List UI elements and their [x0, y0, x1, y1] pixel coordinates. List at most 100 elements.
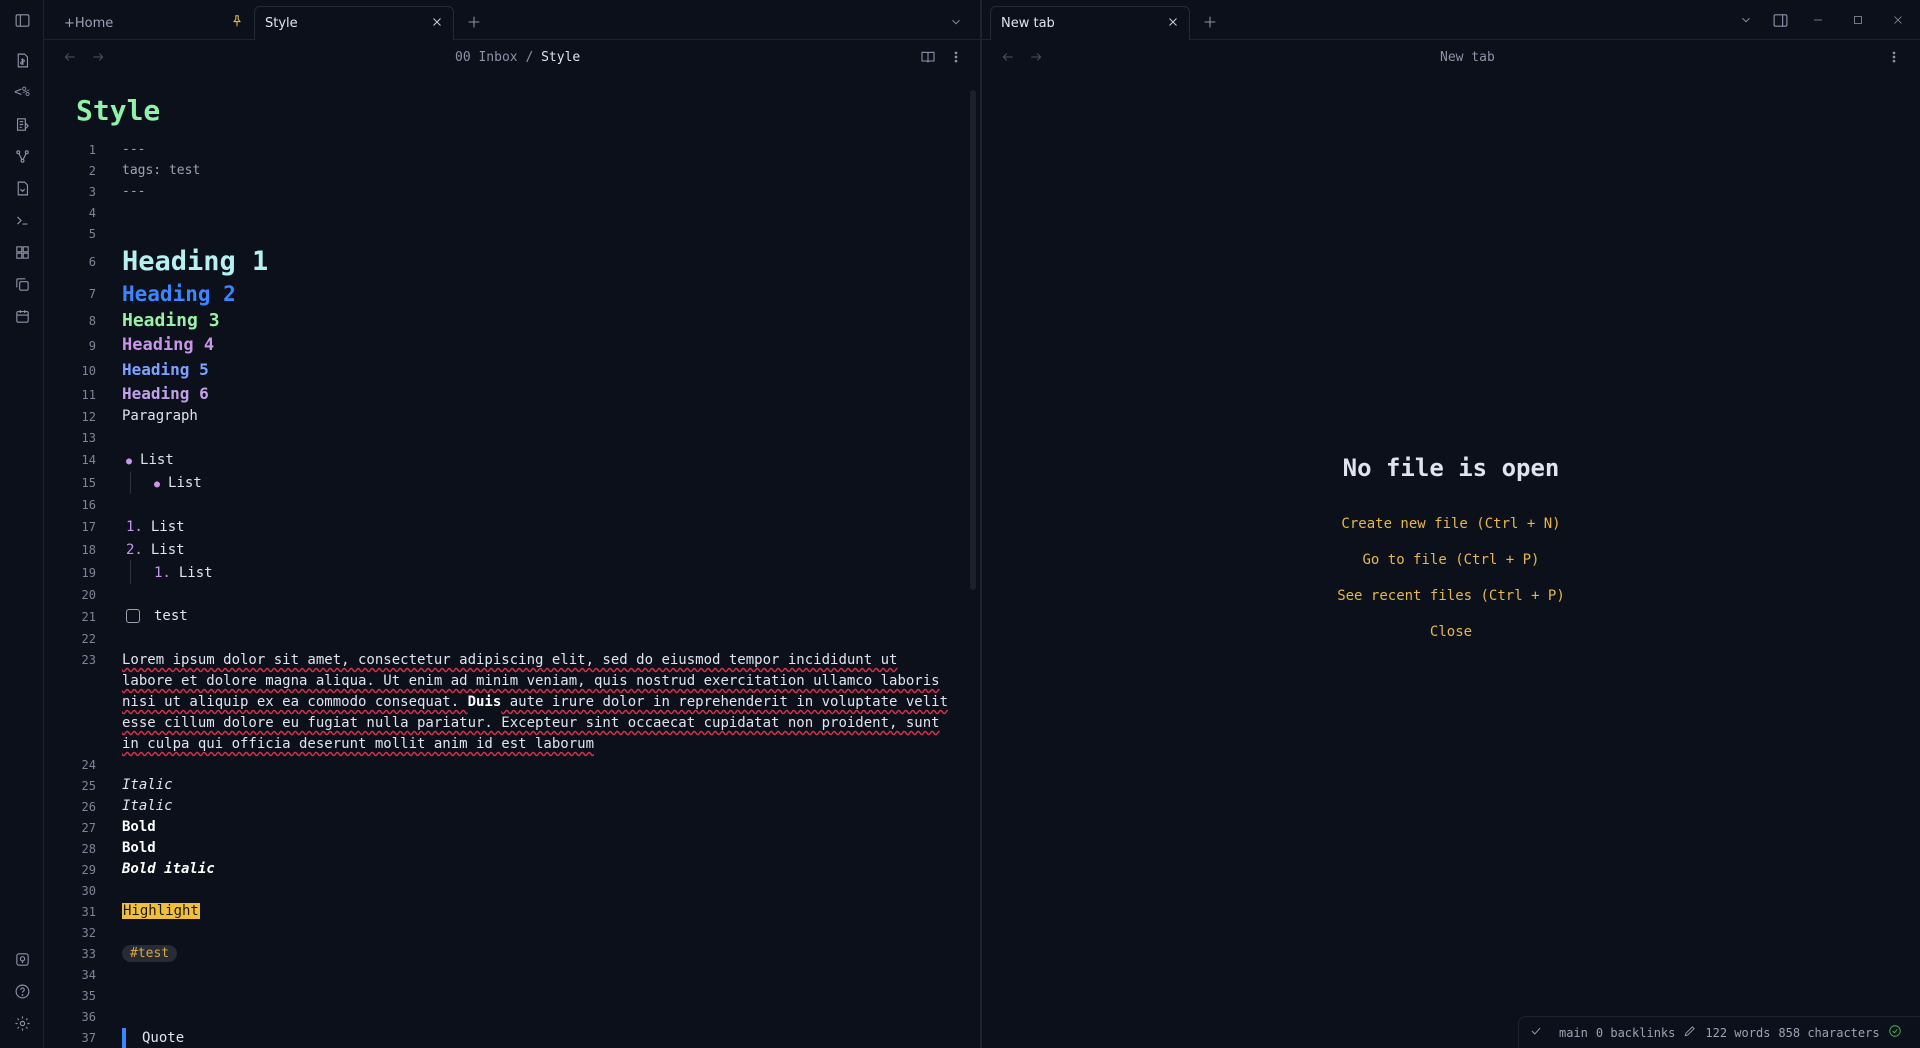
git-check-icon[interactable] [1529, 1024, 1543, 1041]
list-number: 2. [126, 542, 143, 558]
line-number: 15 [81, 476, 96, 490]
tab-home[interactable]: +Home [54, 6, 254, 40]
bold-italic-text[interactable]: Bold italic [122, 861, 215, 877]
line-number: 8 [88, 314, 96, 328]
breadcrumb-separator: / [525, 50, 534, 65]
sync-status-icon[interactable] [1888, 1024, 1902, 1041]
frontmatter-tags[interactable]: tags: test [122, 163, 200, 178]
line-number: 14 [81, 453, 96, 467]
line-number: 23 [81, 653, 96, 667]
line-number: 11 [81, 388, 96, 402]
line-number: 3 [88, 185, 96, 199]
line-number: 33 [81, 947, 96, 961]
line-number: 35 [81, 989, 96, 1003]
list-item-text: List [168, 475, 202, 491]
close-tab-icon[interactable] [1167, 16, 1179, 32]
line-number: 25 [81, 779, 96, 793]
tab-new-tab[interactable]: New tab [990, 6, 1190, 40]
tab-label: +Home [64, 15, 114, 31]
line-number: 1 [88, 143, 96, 157]
back-arrow-icon[interactable] [60, 47, 80, 67]
heading-3[interactable]: Heading 3 [122, 310, 220, 331]
notes-icon[interactable] [10, 112, 34, 136]
bold-text[interactable]: Bold [122, 840, 156, 856]
vault-dollar-icon[interactable] [10, 48, 34, 72]
go-to-file-link[interactable]: Go to file (Ctrl + P) [982, 552, 1920, 568]
line-number: 29 [81, 863, 96, 877]
indent-guide [130, 472, 131, 494]
list-item-text: List [150, 519, 185, 535]
task-checkbox[interactable] [126, 609, 140, 623]
settings-icon[interactable] [10, 1011, 34, 1035]
back-arrow-icon[interactable] [998, 47, 1018, 67]
breadcrumb-folder[interactable]: 00 Inbox [455, 50, 518, 65]
forward-arrow-icon[interactable] [88, 47, 108, 67]
left-tab-bar: +Home Style [44, 0, 980, 40]
graph-icon[interactable] [10, 144, 34, 168]
bullet-list-item[interactable]: ● List [126, 452, 174, 468]
maximize-icon[interactable] [1846, 8, 1870, 32]
note-title[interactable]: Style [76, 94, 160, 127]
numbered-list-item[interactable]: 1. List [154, 565, 213, 581]
tab-list-chevron-icon[interactable] [944, 10, 968, 34]
dashboard-icon[interactable] [10, 240, 34, 264]
more-options-icon[interactable] [946, 47, 966, 67]
line-number: 36 [81, 1010, 96, 1024]
editor-scrollbar[interactable] [970, 90, 976, 590]
bold-text[interactable]: Bold [122, 819, 156, 835]
minimize-icon[interactable] [1806, 8, 1830, 32]
indent-guide [130, 560, 131, 584]
create-new-file-link[interactable]: Create new file (Ctrl + N) [982, 516, 1920, 532]
line-number: 28 [81, 842, 96, 856]
right-sidebar-toggle-icon[interactable] [1768, 8, 1792, 32]
heading-5[interactable]: Heading 5 [122, 360, 209, 379]
reading-view-icon[interactable] [918, 47, 938, 67]
paragraph[interactable]: Paragraph [122, 408, 198, 424]
editor-pane[interactable]: Style 1 2 3 4 5 6 7 8 9 10 11 12 13 14 1… [44, 74, 980, 1048]
sidebar-toggle-icon[interactable] [10, 8, 34, 32]
italic-text[interactable]: Italic [122, 798, 173, 814]
tab-style[interactable]: Style [254, 6, 454, 40]
file-sync-icon[interactable] [10, 176, 34, 200]
word-count: 122 words [1705, 1025, 1771, 1040]
tab-label: Style [265, 16, 298, 31]
line-number: 19 [81, 566, 96, 580]
heading-1[interactable]: Heading 1 [122, 246, 268, 277]
recent-files-link[interactable]: See recent files (Ctrl + P) [982, 588, 1920, 604]
copy-icon[interactable] [10, 272, 34, 296]
pin-icon[interactable] [230, 14, 244, 32]
tag-pill[interactable]: #test [122, 945, 178, 962]
close-link[interactable]: Close [982, 624, 1920, 640]
lorem-paragraph[interactable]: Lorem ipsum dolor sit amet, consectetur … [122, 650, 952, 755]
close-tab-icon[interactable] [431, 16, 443, 32]
new-tab-icon[interactable] [1198, 10, 1222, 34]
git-branch[interactable]: main [1559, 1026, 1588, 1040]
highlight-line[interactable]: Highlight [122, 903, 200, 919]
task-list-item[interactable]: test [126, 608, 188, 624]
heading-2[interactable]: Heading 2 [122, 282, 236, 306]
blockquote-text[interactable]: Quote [142, 1030, 184, 1046]
edit-pencil-icon[interactable] [1683, 1024, 1697, 1041]
bullet-icon: ● [126, 456, 133, 467]
close-window-icon[interactable] [1886, 8, 1910, 32]
italic-text[interactable]: Italic [122, 777, 173, 793]
bullet-list-item[interactable]: ● List [154, 475, 202, 491]
help-icon[interactable] [10, 979, 34, 1003]
terminal-icon[interactable] [10, 208, 34, 232]
backlinks-count[interactable]: 0 backlinks [1596, 1026, 1675, 1040]
vault-switch-icon[interactable] [10, 947, 34, 971]
templater-icon[interactable]: <% [10, 80, 34, 104]
line-number: 27 [81, 821, 96, 835]
new-tab-icon[interactable] [462, 10, 486, 34]
forward-arrow-icon[interactable] [1026, 47, 1046, 67]
numbered-list-item[interactable]: 2. List [126, 542, 185, 558]
tab-list-chevron-icon[interactable] [1734, 8, 1758, 32]
calendar-icon[interactable] [10, 304, 34, 328]
more-options-icon[interactable] [1884, 47, 1904, 67]
heading-6[interactable]: Heading 6 [122, 384, 209, 403]
breadcrumb-file[interactable]: Style [541, 50, 580, 65]
line-number: 18 [81, 543, 96, 557]
line-number: 9 [88, 339, 96, 353]
heading-4[interactable]: Heading 4 [122, 335, 214, 355]
numbered-list-item[interactable]: 1. List [126, 519, 185, 535]
